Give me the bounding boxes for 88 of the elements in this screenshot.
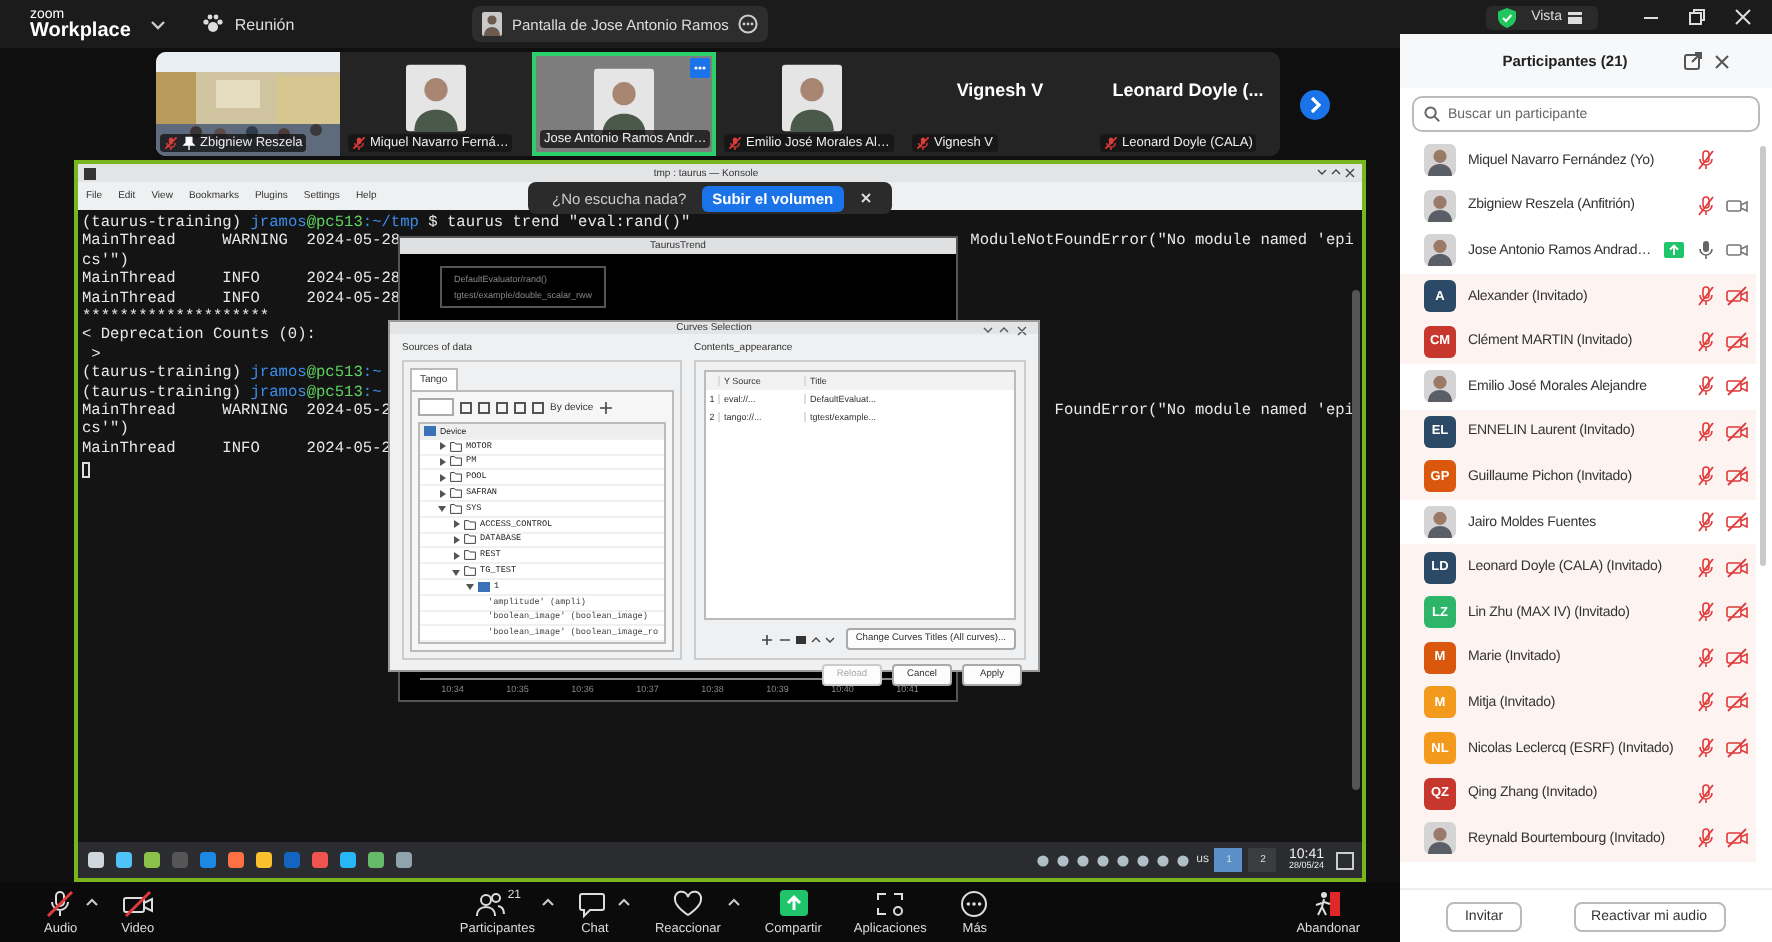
paw-icon [202, 14, 225, 34]
muted-mic-icon[interactable] [1696, 150, 1716, 171]
scrollbar[interactable] [1352, 290, 1360, 790]
expand-caret-icon[interactable] [438, 442, 446, 451]
person-figure [406, 62, 466, 134]
caret-icon[interactable] [542, 897, 555, 905]
video-off-icon[interactable] [1726, 828, 1748, 849]
video-off-icon[interactable] [1726, 466, 1748, 487]
muted-mic-icon[interactable] [1696, 692, 1716, 713]
avatar-figure [1424, 822, 1456, 855]
expand-caret-icon[interactable] [452, 535, 460, 544]
caret-icon[interactable] [85, 897, 98, 905]
expand-caret-icon[interactable] [452, 567, 460, 576]
meeting-button[interactable]: Reunión [202, 14, 295, 34]
muted-mic-icon[interactable] [1696, 195, 1716, 216]
more-icon[interactable] [738, 14, 759, 34]
muted-mic-icon[interactable] [1696, 738, 1716, 759]
pop-out-icon[interactable] [1683, 52, 1702, 70]
video-off-icon[interactable] [1726, 692, 1748, 713]
konsole-icon [84, 167, 96, 179]
video-off-icon[interactable] [1726, 331, 1748, 352]
avatar-figure [482, 12, 502, 36]
chevron-down-icon[interactable] [150, 19, 167, 29]
video-camera-icon[interactable] [1726, 240, 1748, 261]
window-controls-icon[interactable] [1316, 168, 1356, 178]
show-desktop-icon[interactable] [1336, 851, 1354, 869]
video-icon [121, 889, 154, 917]
muted-mic-icon[interactable] [1696, 466, 1716, 487]
expand-caret-icon[interactable] [452, 551, 460, 560]
video-off-icon[interactable] [1726, 602, 1748, 623]
video-off-icon[interactable] [1726, 286, 1748, 307]
avatar-figure [1424, 506, 1456, 539]
video-off-icon[interactable] [1726, 647, 1748, 668]
close-icon[interactable] [1713, 53, 1730, 69]
expand-caret-icon[interactable] [438, 489, 446, 498]
caret-icon[interactable] [728, 897, 741, 905]
restore-icon[interactable] [1688, 8, 1706, 26]
muted-mic-icon[interactable] [1696, 602, 1716, 623]
video-off-icon[interactable] [1726, 557, 1748, 578]
apps-icon [874, 889, 907, 917]
next-page-button[interactable] [1300, 89, 1330, 119]
muted-mic-icon[interactable] [1696, 421, 1716, 442]
muted-mic-icon[interactable] [1696, 286, 1716, 307]
chat-icon [578, 889, 611, 917]
muted-mic-icon[interactable] [1696, 376, 1716, 397]
brand-name: Workplace [30, 21, 131, 41]
avatar-figure [1424, 144, 1456, 177]
muted-mic-icon[interactable] [1696, 331, 1716, 352]
muted-mic-icon[interactable] [1696, 828, 1716, 849]
scrollbar[interactable] [1760, 146, 1766, 566]
expand-caret-icon[interactable] [438, 504, 446, 513]
tile-title: Leonard Doyle (... [1110, 78, 1266, 100]
window-controls-icon[interactable] [982, 326, 1030, 336]
filter-field[interactable] [418, 398, 454, 416]
react-icon [671, 889, 704, 917]
video-off-icon[interactable] [1726, 421, 1748, 442]
tile-title: Vignesh V [954, 78, 1046, 100]
expand-caret-icon[interactable] [466, 582, 474, 591]
avatar-figure [1424, 189, 1456, 222]
muted-mic-icon[interactable] [1696, 512, 1716, 533]
layout-icon [1568, 11, 1582, 23]
video-off-icon[interactable] [1726, 738, 1748, 759]
avatar-figure [1424, 370, 1456, 403]
share-icon [777, 889, 810, 917]
caret-icon[interactable] [618, 897, 631, 905]
expand-caret-icon[interactable] [452, 520, 460, 529]
curve-tools-icon[interactable] [761, 633, 838, 646]
shield-icon[interactable] [1497, 7, 1516, 27]
more-icon[interactable] [690, 58, 710, 78]
expand-caret-icon[interactable] [438, 473, 446, 482]
video-off-icon[interactable] [1726, 376, 1748, 397]
text-cursor [82, 462, 90, 479]
muted-mic-icon[interactable] [1696, 557, 1716, 578]
video-camera-icon[interactable] [1726, 195, 1748, 216]
expand-caret-icon[interactable] [438, 457, 446, 466]
muted-mic-icon[interactable] [1696, 783, 1716, 804]
device-icon [478, 581, 490, 592]
chevron-right-icon [1309, 95, 1321, 113]
device-icon [424, 425, 436, 436]
add-icon[interactable] [599, 401, 612, 413]
video-off-icon[interactable] [1726, 512, 1748, 533]
avatar-figure [1424, 234, 1456, 267]
mic-icon[interactable] [1696, 240, 1716, 261]
leave-icon [1312, 889, 1345, 917]
muted-mic-icon[interactable] [1696, 647, 1716, 668]
audio-icon [44, 889, 77, 917]
more-icon [958, 889, 991, 917]
person-figure [782, 62, 842, 134]
